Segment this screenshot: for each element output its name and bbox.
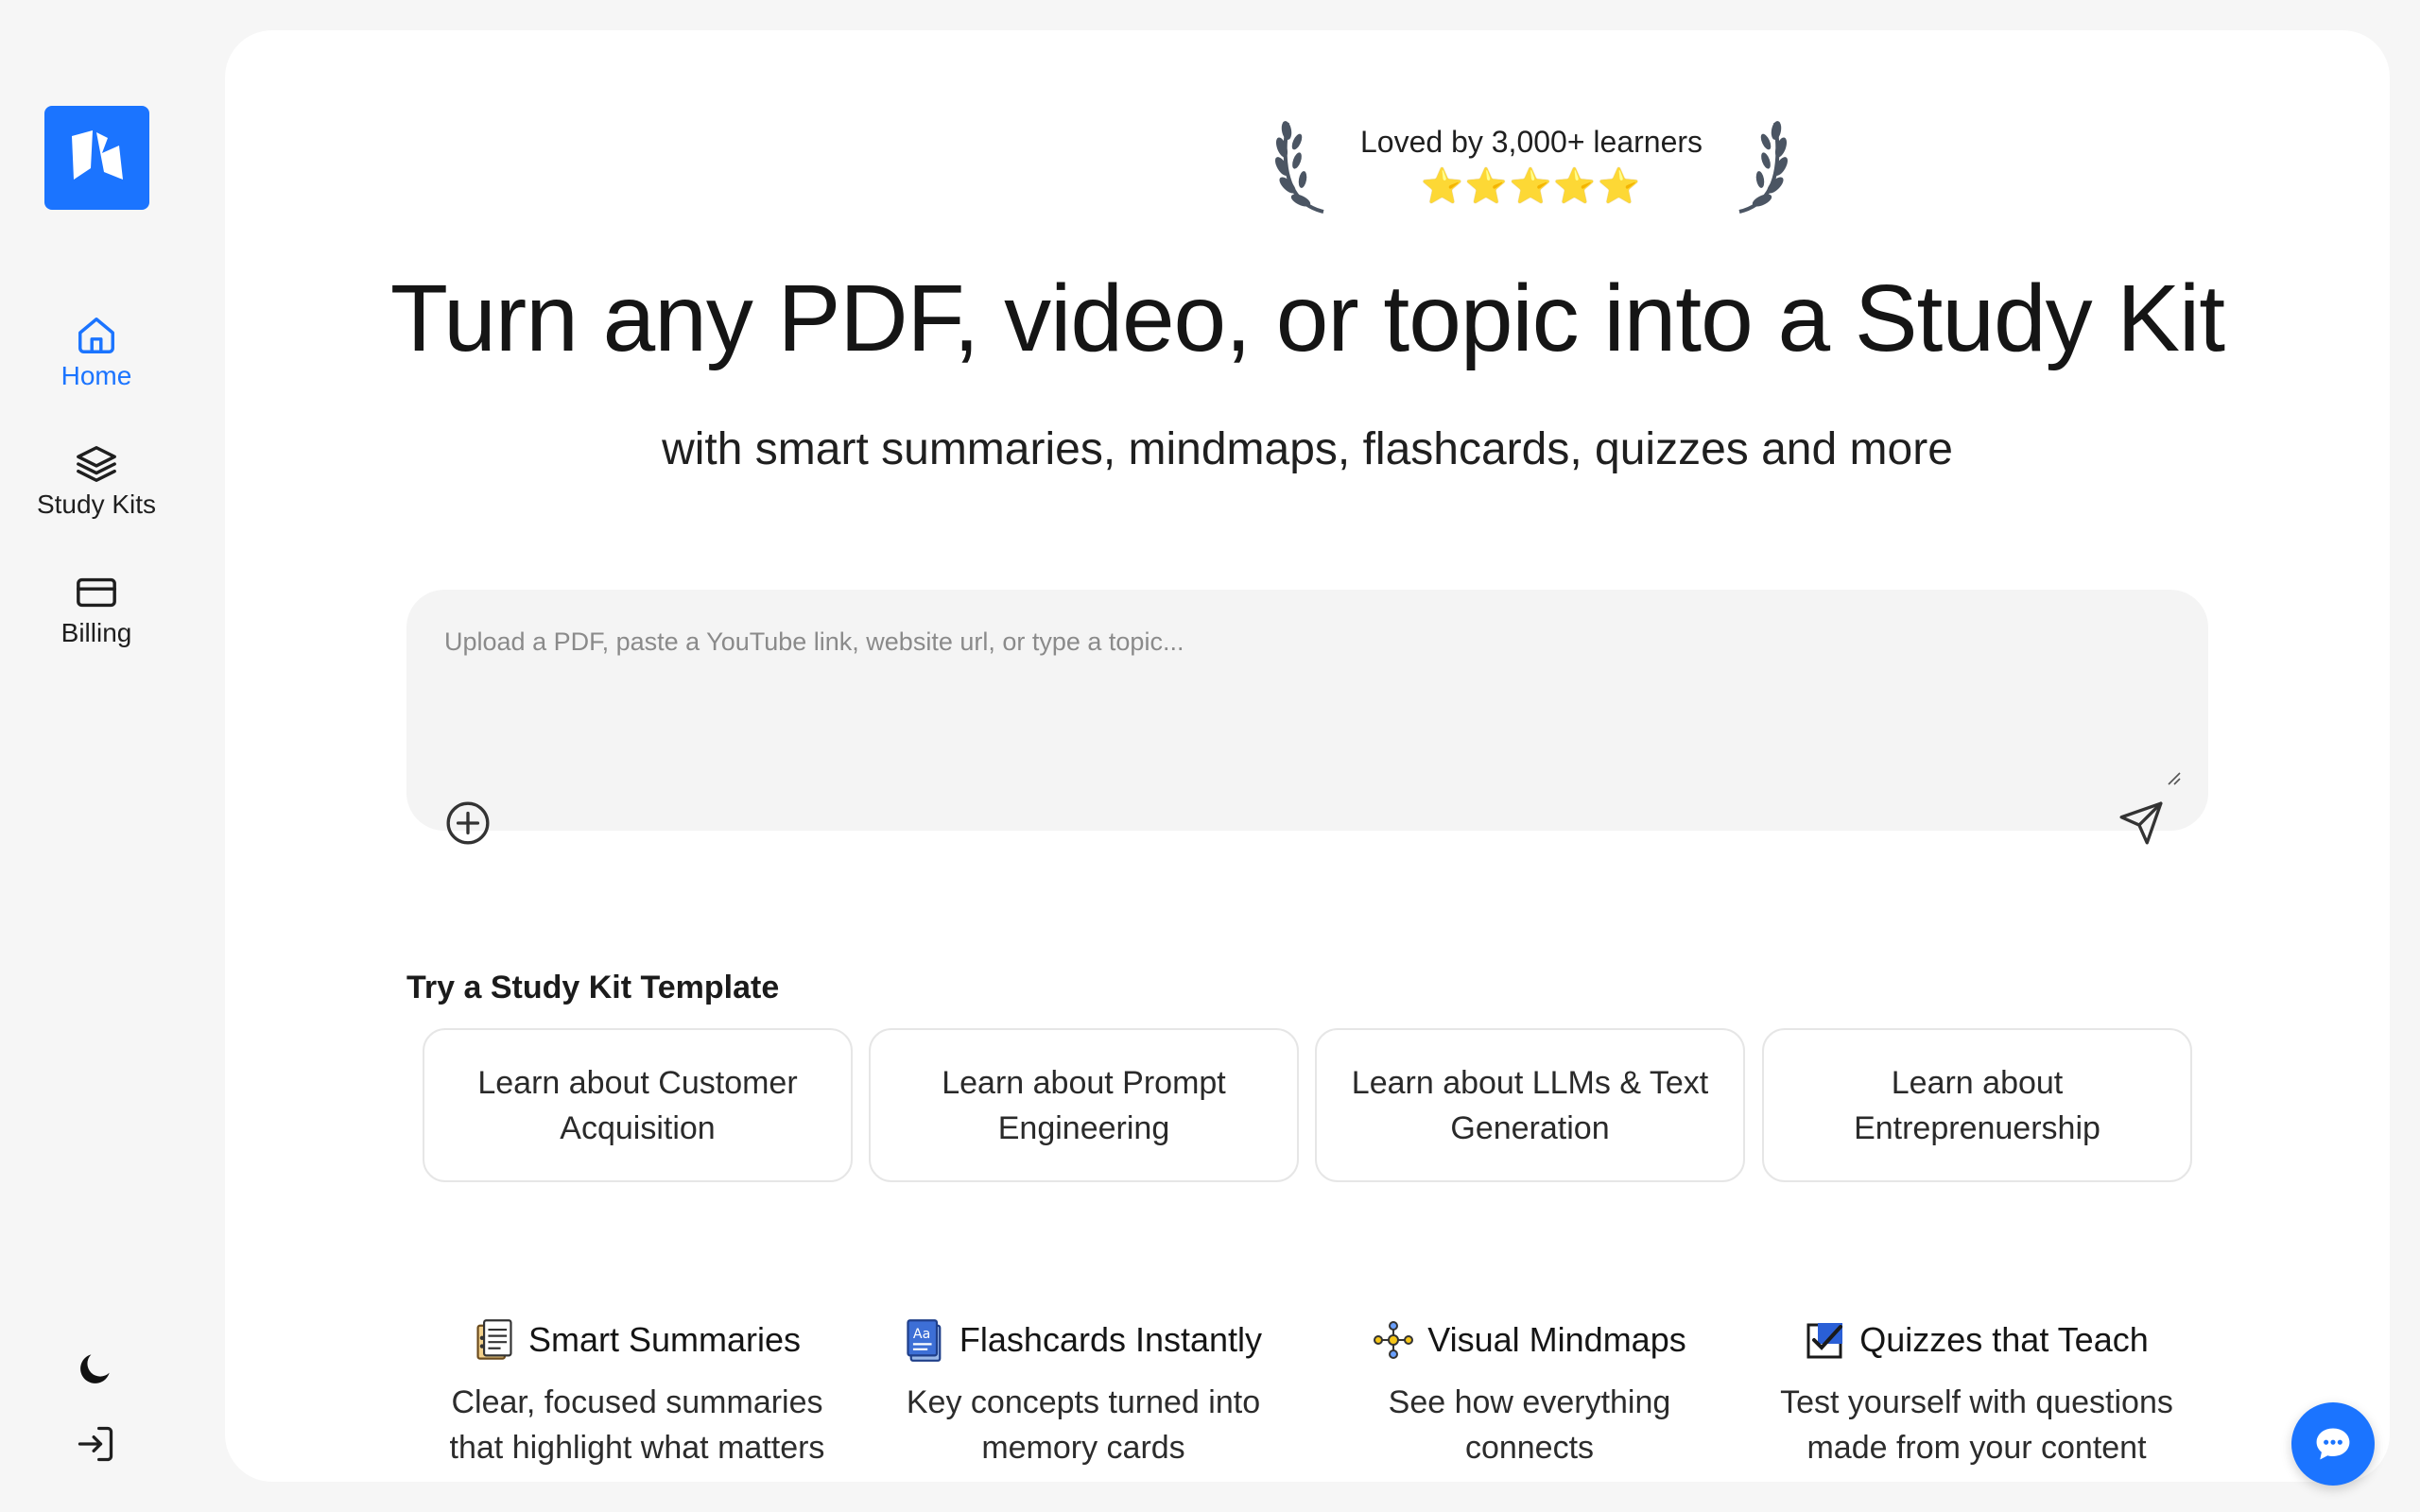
feature-quizzes: Quizzes that Teach Test yourself with qu… <box>1769 1314 2185 1470</box>
add-attachment-button[interactable] <box>444 799 492 847</box>
hero-subtitle: with smart summaries, mindmaps, flashcar… <box>662 424 1953 474</box>
sidebar-item-study-kits[interactable]: Study Kits <box>0 442 193 520</box>
feature-description: Test yourself with questions made from y… <box>1780 1384 2173 1466</box>
feature-description: See how everything connects <box>1388 1384 1671 1466</box>
credit-card-icon <box>77 577 116 608</box>
sidebar-item-billing[interactable]: Billing <box>0 571 193 648</box>
social-proof-badge: Loved by 3,000+ learners ⭐⭐⭐⭐⭐ <box>1274 117 1789 217</box>
sidebar-item-home[interactable]: Home <box>0 314 193 391</box>
feature-title: Visual Mindmaps <box>1427 1320 1686 1359</box>
template-card-prompt-engineering[interactable]: Learn about Prompt Engineering <box>869 1028 1299 1182</box>
sign-in-button[interactable] <box>73 1421 118 1467</box>
topic-input-box <box>406 590 2208 845</box>
badge-text: Loved by 3,000+ learners <box>1359 125 1703 159</box>
sidebar-item-label: Home <box>60 361 132 390</box>
laurel-right-icon <box>1738 121 1788 214</box>
mindmap-icon <box>1374 1321 1414 1359</box>
template-card-customer-acquisition[interactable]: Learn about Customer Acquisition <box>423 1028 853 1182</box>
feature-title: Smart Summaries <box>527 1320 802 1359</box>
document-icon <box>476 1319 512 1360</box>
hero-title: Turn any PDF, video, or topic into a Stu… <box>389 266 2225 371</box>
flashcard-icon: Aa <box>907 1319 942 1362</box>
send-button[interactable] <box>2118 799 2165 847</box>
svg-text:Aa: Aa <box>913 1327 930 1342</box>
feature-title: Flashcards Instantly <box>959 1320 1263 1359</box>
layers-icon <box>77 446 116 482</box>
logo-icon <box>71 130 123 180</box>
main-panel: Loved by 3,000+ learners ⭐⭐⭐⭐⭐ Turn any … <box>225 30 2390 1482</box>
feature-mindmaps: Visual Mindmaps See how everything conne… <box>1322 1314 1737 1470</box>
template-card-entrepreneurship[interactable]: Learn about Entreprenuership <box>1762 1028 2192 1182</box>
app-logo[interactable] <box>44 106 149 210</box>
moon-icon <box>80 1354 110 1383</box>
feature-description: Key concepts turned into memory cards <box>906 1384 1261 1466</box>
theme-toggle-button[interactable] <box>73 1346 118 1391</box>
sidebar: Home Study Kits Billing <box>0 0 225 1512</box>
feature-description: Clear, focused summaries that highlight … <box>449 1384 825 1466</box>
rating-stars: ⭐⭐⭐⭐⭐ <box>1420 166 1643 205</box>
templates-title: Try a Study Kit Template <box>406 970 780 1005</box>
sign-in-icon <box>78 1426 113 1462</box>
feature-title: Quizzes that Teach <box>1859 1320 2149 1359</box>
sidebar-item-label: Study Kits <box>36 490 157 519</box>
resize-grip-icon[interactable] <box>2163 767 2182 786</box>
topic-input[interactable] <box>444 627 2174 750</box>
sidebar-item-label: Billing <box>60 618 132 647</box>
home-icon <box>78 318 114 353</box>
chat-button[interactable] <box>2291 1402 2375 1486</box>
feature-flashcards: Aa Flashcards Instantly Key concepts tur… <box>875 1314 1291 1470</box>
template-card-llms[interactable]: Learn about LLMs & Text Generation <box>1315 1028 1745 1182</box>
checkbox-icon <box>1806 1323 1843 1359</box>
feature-smart-summaries: Smart Summaries Clear, focused summaries… <box>429 1314 845 1470</box>
chat-bubble-icon <box>2316 1428 2350 1460</box>
